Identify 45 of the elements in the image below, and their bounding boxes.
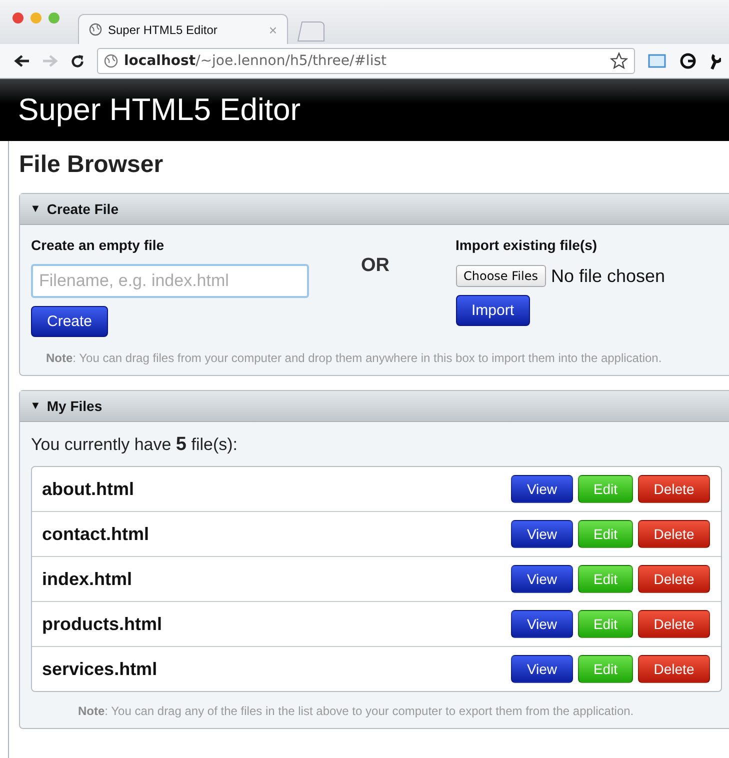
globe-icon: [89, 23, 102, 36]
create-button[interactable]: Create: [31, 306, 108, 337]
globe-icon: [104, 54, 118, 68]
file-name: contact.html: [42, 524, 150, 544]
delete-button[interactable]: Delete: [638, 520, 710, 548]
import-button[interactable]: Import: [456, 295, 530, 326]
file-name: about.html: [42, 478, 135, 500]
new-tab-icon[interactable]: [296, 20, 326, 42]
choose-files-button[interactable]: Choose Files: [456, 265, 546, 287]
wrench-icon[interactable]: [709, 52, 721, 70]
file-name: services.html: [42, 658, 158, 680]
circle-g-icon[interactable]: [679, 52, 697, 70]
back-arrow-icon[interactable]: [14, 54, 30, 68]
screen-icon[interactable]: [647, 52, 667, 70]
delete-button[interactable]: Delete: [638, 565, 710, 593]
toggle-icon[interactable]: ▼: [30, 203, 41, 215]
browser-tab[interactable]: Super HTML5 Editor ×: [78, 14, 288, 44]
panel-header[interactable]: ▼ Create File: [20, 194, 729, 225]
view-button[interactable]: View: [511, 655, 573, 683]
star-icon[interactable]: [610, 52, 628, 70]
close-window-icon[interactable]: [12, 12, 24, 24]
delete-button[interactable]: Delete: [638, 610, 710, 638]
delete-button[interactable]: Delete: [638, 475, 710, 503]
file-name: products.html: [42, 614, 163, 634]
delete-button[interactable]: Delete: [638, 655, 710, 683]
page-title: File Browser: [19, 151, 164, 179]
reload-icon[interactable]: [70, 54, 85, 68]
file-count: You currently have 5 file(s):: [31, 434, 238, 456]
file-name: index.html: [42, 568, 134, 590]
note-text: Note: You can drag any of the files in the list above to your computer to export them from the application.: [78, 704, 635, 718]
zoom-window-icon[interactable]: [48, 12, 60, 24]
toggle-icon[interactable]: ▼: [30, 400, 41, 412]
app-title: Super HTML5 Editor: [18, 92, 301, 128]
filename-field[interactable]: Filename, e.g. index.html: [31, 264, 309, 298]
panel-header[interactable]: ▼ My Files: [20, 391, 729, 422]
or-separator: OR: [361, 255, 390, 277]
file-status: No file chosen: [550, 266, 666, 286]
view-button[interactable]: View: [511, 610, 573, 638]
address-bar[interactable]: localhost/~joe.lennon/h5/three/#list: [97, 48, 635, 74]
note-text: Note: You can drag files from your computer and drop them anywhere in this box to import them into the application.: [46, 351, 663, 365]
view-button[interactable]: View: [511, 475, 573, 503]
section-label: Create an empty file: [31, 237, 164, 253]
view-button[interactable]: View: [511, 565, 573, 593]
view-button[interactable]: View: [511, 520, 573, 548]
section-label: Import existing file(s): [456, 237, 598, 253]
